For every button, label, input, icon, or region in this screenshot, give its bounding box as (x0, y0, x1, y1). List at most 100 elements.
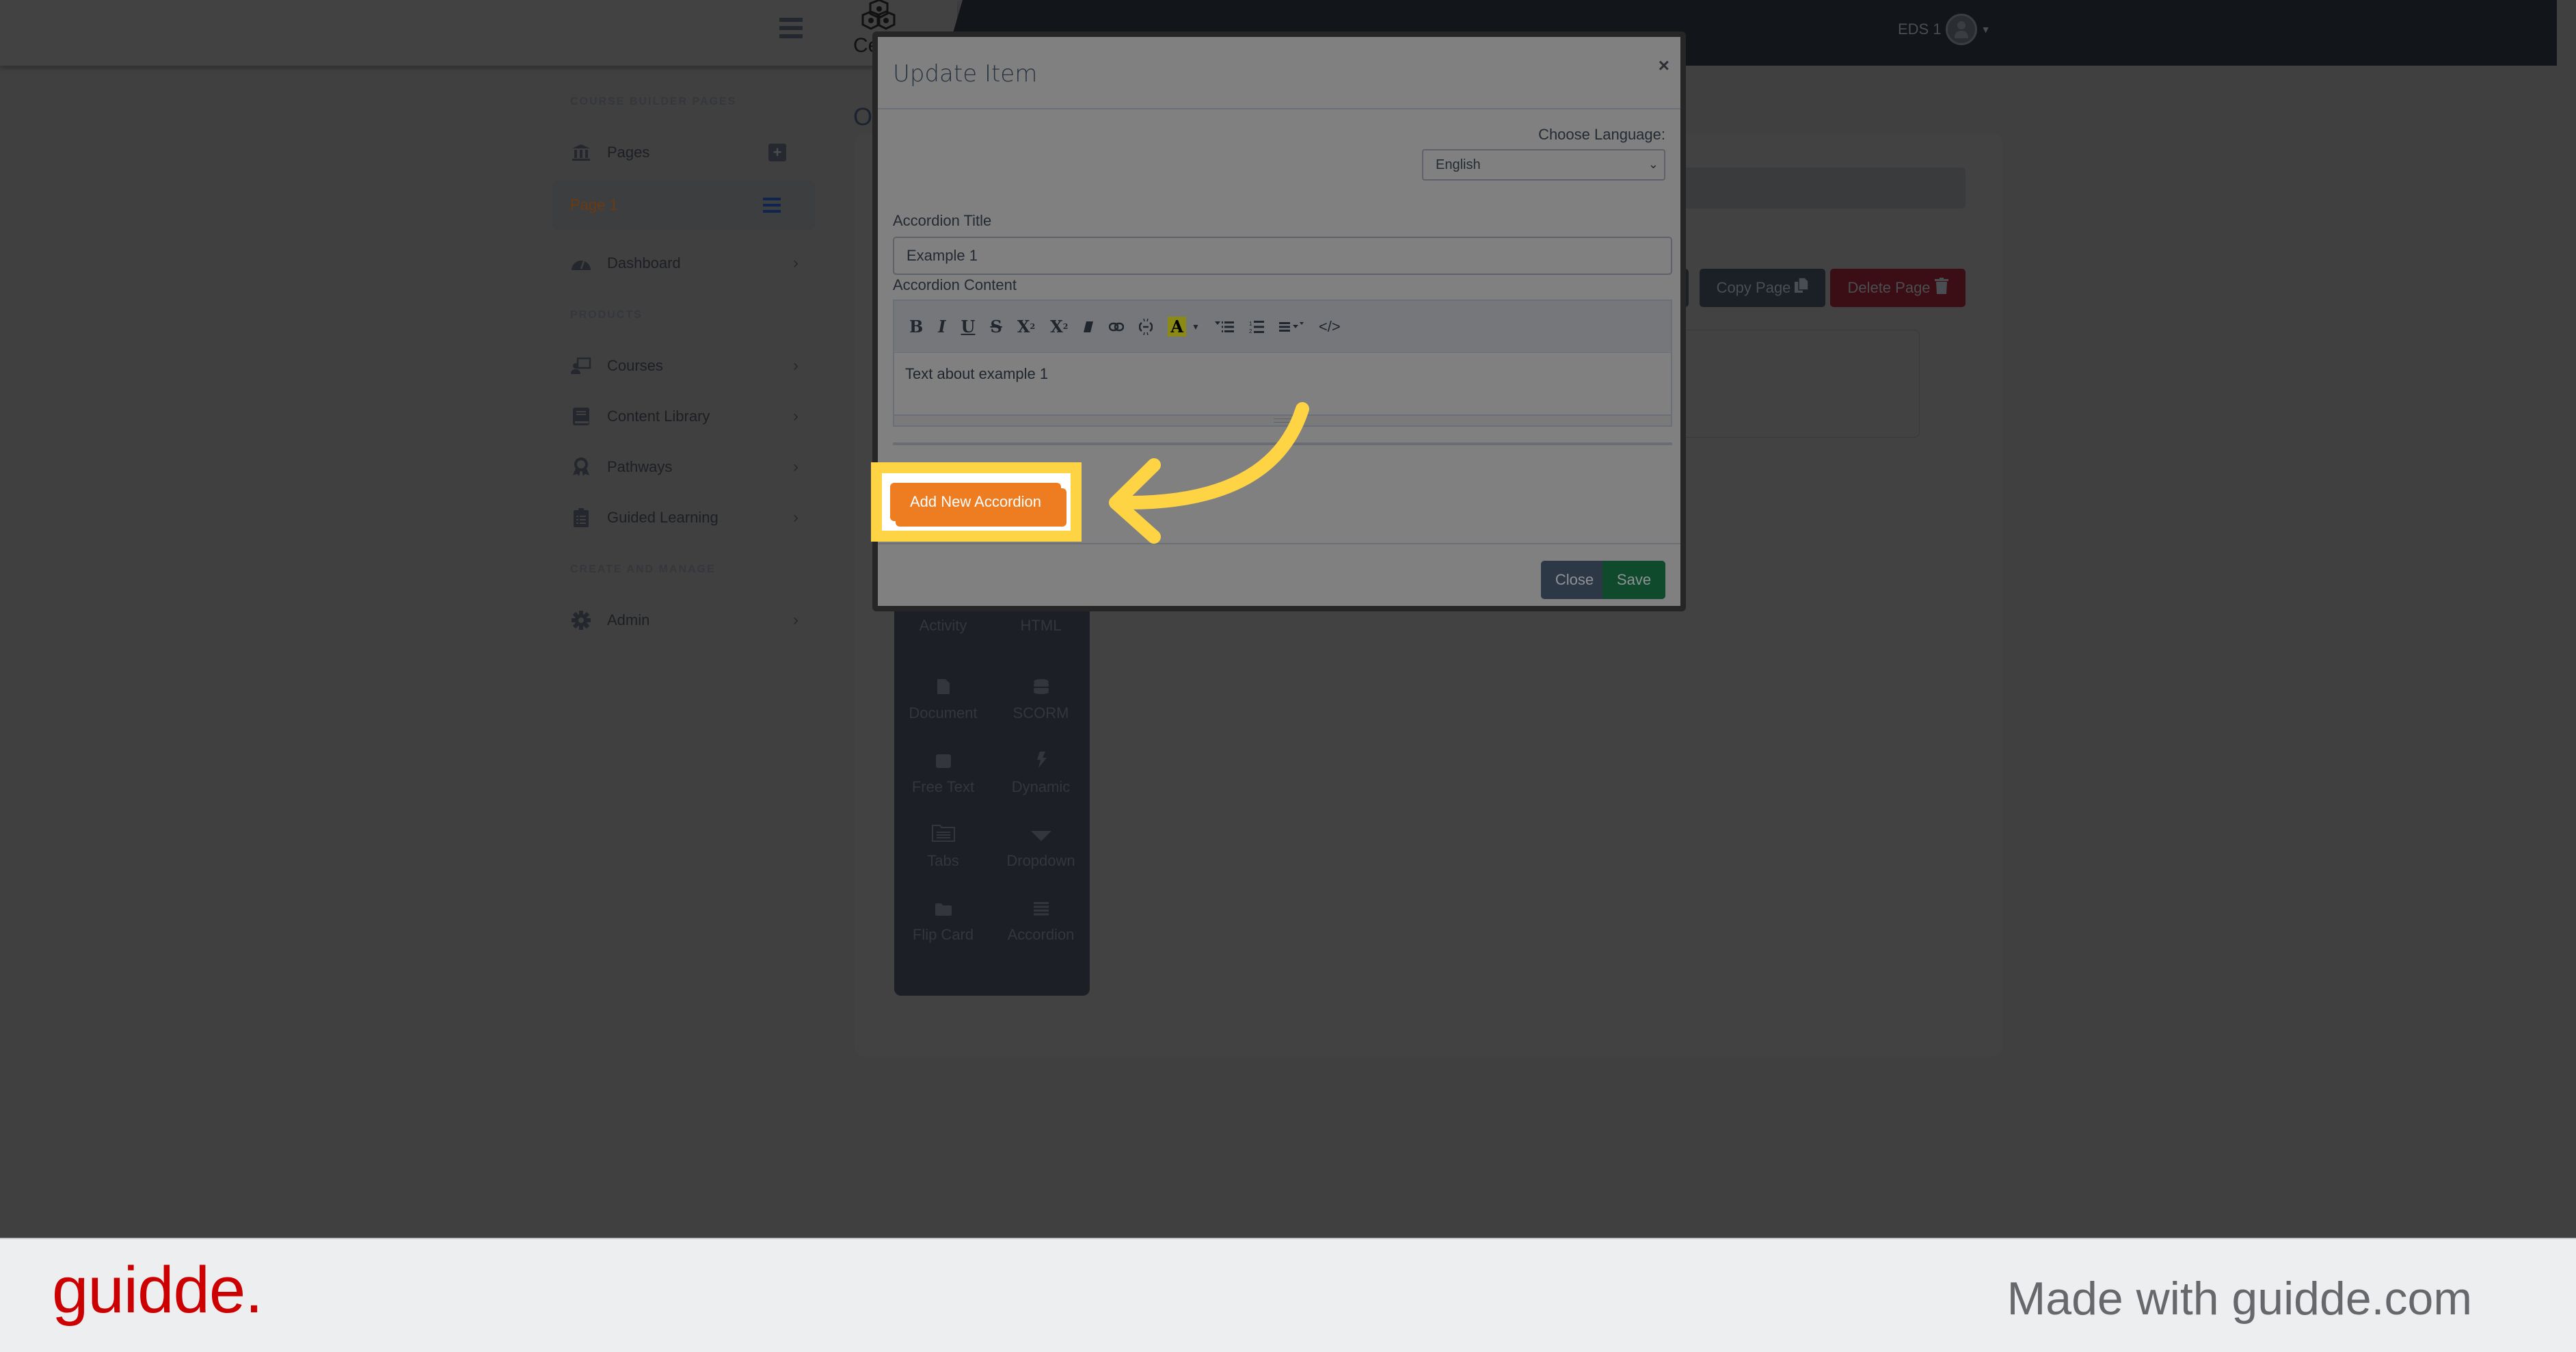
palette-item-flip-card[interactable]: Flip Card (894, 879, 992, 953)
square-icon (935, 754, 951, 773)
page-title-bar (1668, 168, 1965, 209)
unordered-list-icon[interactable] (1214, 321, 1234, 333)
file-icon (937, 679, 950, 699)
sidebar-section-course-builder: COURSE BUILDER PAGES (570, 96, 737, 107)
underline-icon[interactable]: U (961, 317, 976, 336)
user-name: EDS 1 (1898, 21, 1942, 38)
palette-item-scorm[interactable]: SCORM (992, 658, 1090, 732)
palette-item-accordion[interactable]: Accordion (992, 879, 1090, 953)
svg-text:2: 2 (1249, 328, 1252, 334)
user-avatar-icon (1945, 14, 1977, 45)
sidebar-item-label: Guided Learning (607, 509, 719, 526)
chalkboard-teacher-icon (570, 356, 592, 376)
language-select[interactable]: English ⌄ (1422, 149, 1665, 181)
bolt-icon (1036, 752, 1047, 773)
sidebar-item-content-library[interactable]: Content Library › (547, 391, 820, 442)
delete-page-button[interactable]: Delete Page (1830, 269, 1965, 307)
copy-page-label: Copy Page (1716, 279, 1791, 296)
palette-item-dropdown[interactable]: Dropdown (992, 806, 1090, 879)
ordered-list-icon[interactable]: 12 (1249, 320, 1264, 334)
palette-item-dynamic[interactable]: Dynamic (992, 732, 1090, 806)
sidebar-item-label: Content Library (607, 408, 710, 425)
copy-icon (1795, 277, 1810, 298)
close-icon[interactable]: × (1659, 55, 1669, 77)
palette-item-label: Free Text (911, 778, 975, 795)
chevron-right-icon: › (793, 356, 799, 375)
tachometer-icon (570, 253, 592, 274)
page-heading: O (853, 103, 873, 131)
palette-item-label: Dropdown (1006, 852, 1075, 869)
sidebar-item-label: Pathways (607, 458, 673, 475)
guidde-logo: guidde. (52, 1254, 263, 1327)
modal-title: Update Item (893, 60, 1038, 88)
italic-icon[interactable]: I (938, 317, 945, 336)
copy-page-button[interactable]: Copy Page (1700, 269, 1825, 307)
annotation-arrow-icon (1109, 402, 1309, 544)
chevron-right-icon: › (793, 508, 799, 527)
landmark-icon (570, 142, 592, 163)
folder-icon (935, 901, 952, 920)
sidebar-item-admin[interactable]: Admin › (547, 595, 820, 646)
strikethrough-icon[interactable]: S (990, 317, 1002, 336)
tabs-icon (931, 823, 955, 847)
palette-item-label: Tabs (927, 852, 959, 869)
gear-icon (570, 610, 592, 631)
subscript-icon[interactable]: X2 (1050, 317, 1068, 336)
made-with-guidde: Made with guidde.com (2007, 1273, 2472, 1325)
award-icon (570, 457, 592, 477)
superscript-icon[interactable]: X2 (1017, 317, 1035, 336)
sidebar: COURSE BUILDER PAGES Pages + Page 1 Dash… (547, 75, 820, 646)
align-icon[interactable] (1278, 321, 1304, 332)
eraser-icon[interactable] (1083, 321, 1094, 333)
palette-item-html[interactable]: HTML (992, 617, 1090, 658)
database-icon (1033, 679, 1049, 699)
chevron-right-icon: › (793, 611, 799, 629)
save-button[interactable]: Save (1602, 561, 1665, 599)
bold-icon[interactable]: B (909, 317, 923, 336)
sidebar-item-label: Courses (607, 357, 663, 374)
palette-item-label: SCORM (1012, 704, 1069, 721)
chevron-right-icon: › (793, 407, 799, 425)
hamburger-line (779, 26, 803, 30)
sidebar-item-page-1[interactable]: Page 1 (552, 181, 815, 230)
sidebar-item-label: Pages (607, 144, 650, 161)
palette-item-label: Document (909, 704, 978, 721)
code-view-icon[interactable]: </> (1319, 318, 1341, 336)
svg-text:1: 1 (1249, 321, 1252, 327)
sidebar-item-guided-learning[interactable]: Guided Learning › (547, 492, 820, 543)
palette-item-label: Accordion (1007, 926, 1075, 943)
delete-page-label: Delete Page (1847, 279, 1931, 296)
trash-icon (1934, 278, 1948, 298)
unlink-icon[interactable] (1139, 318, 1153, 335)
sidebar-item-courses[interactable]: Courses › (547, 341, 820, 391)
component-palette: Activity HTML Document SCORM Free Text D… (894, 602, 1090, 996)
add-page-icon[interactable]: + (768, 144, 786, 161)
palette-item-document[interactable]: Document (894, 658, 992, 732)
user-menu[interactable]: EDS 1 ▼ (1898, 14, 1990, 45)
palette-item-activity[interactable]: Activity (894, 617, 992, 658)
link-icon[interactable] (1109, 322, 1125, 332)
accordion-title-input[interactable]: Example 1 (893, 237, 1672, 275)
menu-toggle-button[interactable] (779, 18, 803, 38)
text-color-icon[interactable]: A (1168, 317, 1186, 336)
hamburger-line (779, 18, 803, 22)
palette-item-free-text[interactable]: Free Text (894, 732, 992, 806)
sidebar-item-dashboard[interactable]: Dashboard › (547, 238, 820, 289)
top-header (0, 0, 957, 66)
bars-icon (1033, 901, 1049, 920)
sidebar-item-pathways[interactable]: Pathways › (547, 442, 820, 492)
palette-item-label: Flip Card (912, 926, 974, 943)
sidebar-section-create-manage: CREATE AND MANAGE (570, 564, 716, 575)
caret-down-icon: ▼ (1981, 24, 1991, 35)
modal-header: Update Item × (878, 37, 1680, 109)
sidebar-item-pages[interactable]: Pages + (547, 127, 820, 178)
language-selected-value: English (1436, 157, 1481, 172)
caret-down-icon[interactable]: ▼ (1192, 322, 1200, 332)
sidebar-item-label: Page 1 (570, 196, 618, 213)
palette-item-tabs[interactable]: Tabs (894, 806, 992, 879)
sidebar-item-label: Dashboard (607, 254, 681, 271)
palette-item-label: Activity (919, 617, 967, 634)
page-menu-icon[interactable] (763, 198, 781, 213)
add-new-accordion-button-highlighted[interactable]: Add New Accordion (890, 483, 1061, 521)
close-button[interactable]: Close (1541, 561, 1608, 599)
